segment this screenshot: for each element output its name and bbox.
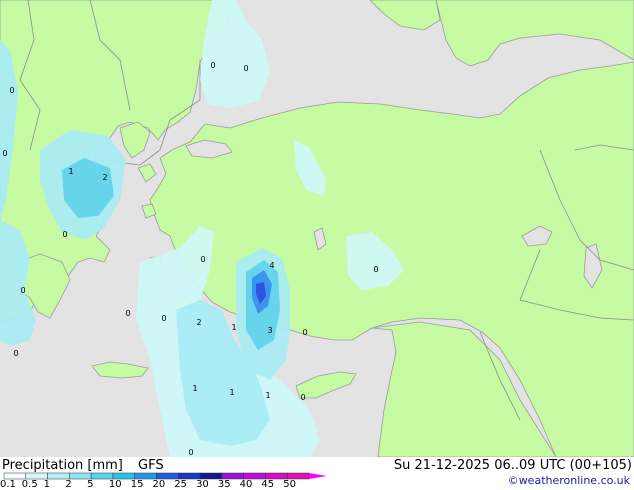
point-value: 3	[267, 326, 272, 335]
legend-tick-label: 25	[174, 479, 188, 490]
point-value: 4	[269, 261, 274, 270]
legend-tick-label: 45	[261, 479, 275, 490]
point-value: 0	[9, 86, 14, 95]
point-value: 0	[2, 149, 7, 158]
point-value: 0	[125, 309, 130, 318]
credit-link[interactable]: ©weatheronline.co.uk	[508, 474, 630, 487]
legend-tick-label: 20	[152, 479, 166, 490]
point-value: 0	[62, 230, 67, 239]
legend-tick-label: 1	[43, 479, 50, 490]
point-value: 0	[13, 349, 18, 358]
point-value: 0	[200, 255, 205, 264]
point-value: 0	[188, 448, 193, 457]
point-value: 0	[373, 265, 378, 274]
map-title: Precipitation [mm]	[2, 458, 123, 473]
model-name: GFS	[138, 458, 164, 473]
point-value: 1	[231, 323, 236, 332]
point-value: 1	[192, 384, 197, 393]
point-value: 0	[302, 328, 307, 337]
point-value: 0	[210, 61, 215, 70]
legend-tick-label: 35	[217, 479, 231, 490]
legend-tick-label: 50	[283, 479, 296, 490]
legend-tick-label: 40	[239, 479, 253, 490]
point-value: 0	[20, 286, 25, 295]
legend-tick-label: 10	[108, 479, 122, 490]
point-value: 1	[229, 388, 234, 397]
legend-tick-label: 0.5	[21, 479, 38, 490]
legend-tick-label: 30	[196, 479, 209, 490]
point-value: 2	[102, 173, 107, 182]
point-value: 1	[265, 391, 270, 400]
point-value: 1	[68, 167, 73, 176]
legend-tick-label: 0.1	[0, 479, 16, 490]
point-value: 0	[161, 314, 166, 323]
point-value: 0	[300, 393, 305, 402]
legend-tick-label: 15	[130, 479, 144, 490]
footer-bar: Precipitation [mm] GFS Su 21-12-2025 06.…	[0, 457, 634, 490]
run-info: Su 21-12-2025 06..09 UTC (00+105)	[393, 458, 632, 473]
legend-tick-label: 5	[87, 479, 94, 490]
precipitation-map: 0 0 0 0 1 2 0 0 4 0 0 0 0 2 1 3 0 0 1 1 1 0 0	[0, 0, 634, 457]
legend-tick-label: 2	[65, 479, 72, 490]
point-value: 0	[243, 64, 248, 73]
legend-arrow	[309, 473, 327, 479]
point-value: 2	[196, 318, 201, 327]
